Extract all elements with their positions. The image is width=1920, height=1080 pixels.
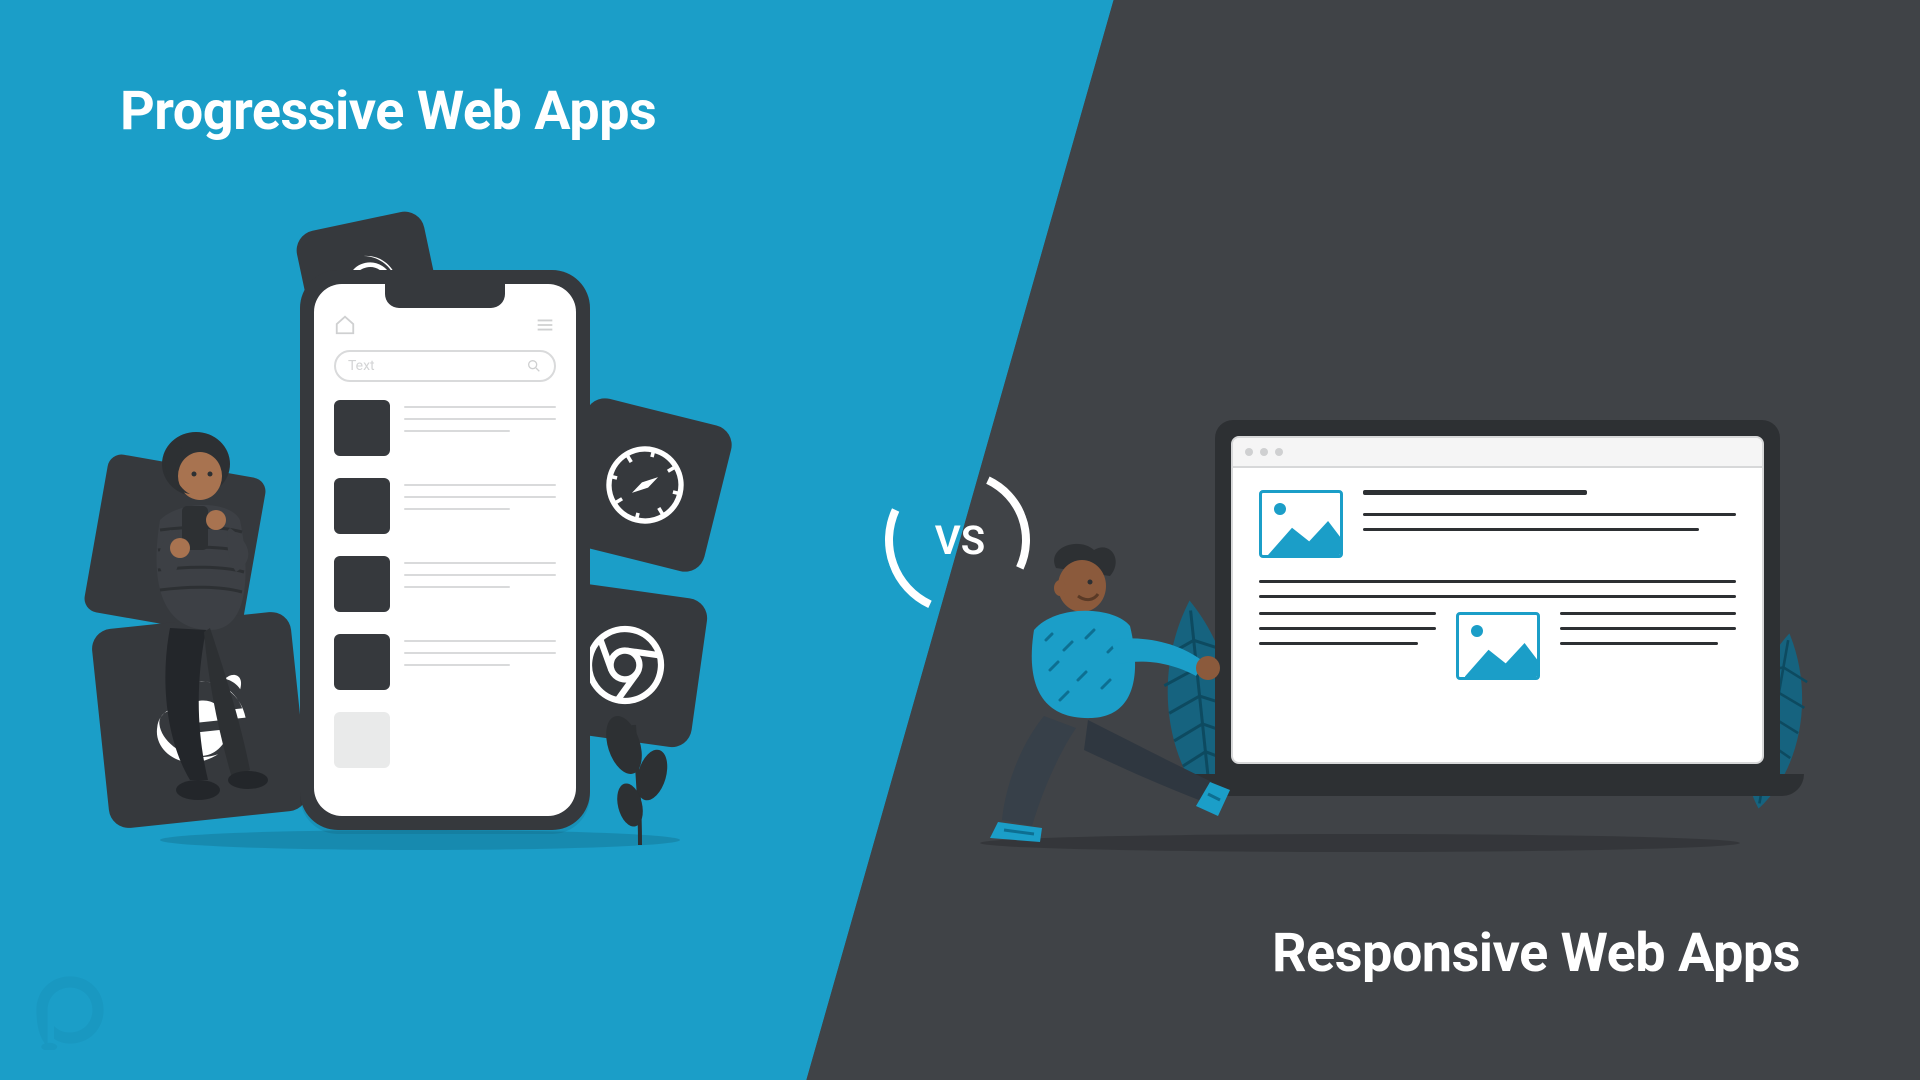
image-placeholder-icon — [1456, 612, 1540, 680]
phone-screen: Text — [314, 284, 576, 816]
left-heading: Progressive Web Apps — [120, 80, 656, 143]
phone-mockup: Text — [300, 270, 590, 830]
menu-icon — [534, 314, 556, 336]
text-line — [1560, 642, 1719, 645]
text-line — [1363, 528, 1699, 531]
search-bar: Text — [334, 350, 556, 382]
search-icon — [526, 358, 542, 374]
laptop-base — [1191, 774, 1804, 796]
brand-watermark-icon — [30, 970, 110, 1050]
text-line — [1363, 513, 1736, 516]
window-dot-icon — [1275, 448, 1283, 456]
heading-placeholder — [1363, 490, 1587, 495]
text-line — [1259, 642, 1418, 645]
responsive-illustration — [970, 420, 1800, 850]
list-item — [334, 712, 556, 768]
pwa-illustration: Text — [110, 230, 730, 870]
text-line — [1259, 627, 1436, 630]
laptop-mockup — [1215, 420, 1780, 780]
right-heading: Responsive Web Apps — [1272, 922, 1800, 985]
browser-window — [1231, 436, 1764, 764]
text-line — [1259, 580, 1736, 583]
text-line — [1560, 627, 1737, 630]
search-placeholder: Text — [348, 358, 375, 374]
plant-illustration — [600, 685, 680, 845]
person-with-laptop-illustration — [960, 530, 1280, 850]
window-dot-icon — [1245, 448, 1253, 456]
comparison-graphic: Progressive Web Apps Responsive Web Apps… — [0, 0, 1920, 1080]
list-item — [334, 400, 556, 456]
window-dot-icon — [1260, 448, 1268, 456]
text-line — [1560, 612, 1737, 615]
list-item — [334, 556, 556, 612]
list-item — [334, 634, 556, 690]
text-line — [1259, 612, 1436, 615]
browser-titlebar — [1233, 438, 1762, 468]
home-icon — [334, 314, 356, 336]
text-line — [1259, 595, 1736, 598]
phone-notch — [385, 284, 505, 308]
person-with-phone-illustration — [100, 420, 300, 800]
list-item — [334, 478, 556, 534]
